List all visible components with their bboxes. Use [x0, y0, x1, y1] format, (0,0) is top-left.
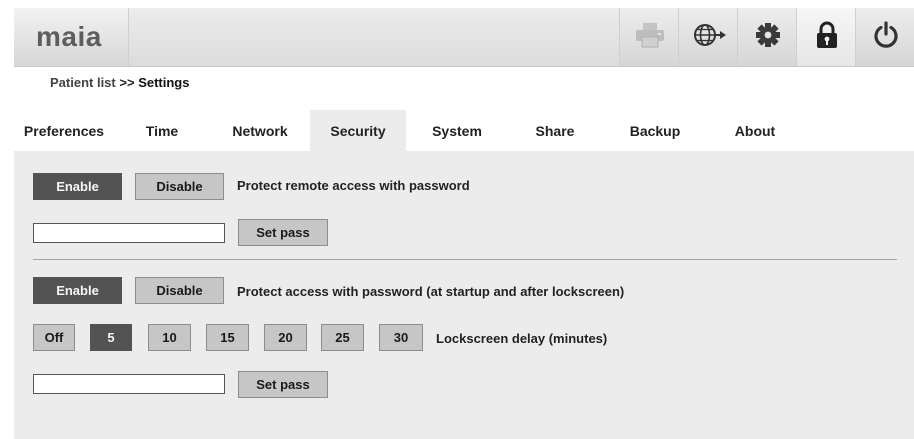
- tab-security[interactable]: Security: [310, 110, 406, 151]
- power-icon: [872, 20, 900, 54]
- network-globe-icon: [691, 21, 727, 54]
- lock-button[interactable]: [796, 8, 856, 66]
- tab-time[interactable]: Time: [114, 110, 210, 151]
- local-password-description: Protect access with password (at startup…: [237, 284, 625, 299]
- delay-option-10[interactable]: 10: [148, 324, 191, 351]
- delay-option-30[interactable]: 30: [379, 324, 423, 351]
- breadcrumb-separator: >>: [119, 75, 135, 90]
- delay-option-15[interactable]: 15: [206, 324, 249, 351]
- remote-enable-button[interactable]: Enable: [33, 173, 122, 200]
- printer-icon: [635, 22, 665, 53]
- settings-gear-icon: [755, 22, 781, 53]
- tab-share[interactable]: Share: [508, 110, 602, 151]
- remote-password-field[interactable]: [33, 223, 225, 243]
- tab-backup[interactable]: Backup: [602, 110, 708, 151]
- delay-option-20[interactable]: 20: [264, 324, 307, 351]
- logo-area: maia: [14, 8, 129, 66]
- delay-option-5[interactable]: 5: [90, 324, 132, 351]
- delay-option-25[interactable]: 25: [321, 324, 364, 351]
- section-divider: [33, 259, 897, 260]
- tab-preferences[interactable]: Preferences: [14, 110, 114, 151]
- local-enable-button[interactable]: Enable: [33, 277, 122, 304]
- tab-about[interactable]: About: [708, 110, 802, 151]
- lockscreen-delay-label: Lockscreen delay (minutes): [436, 331, 608, 346]
- breadcrumb-patient-list-link[interactable]: Patient list: [50, 75, 116, 90]
- tab-system[interactable]: System: [406, 110, 508, 151]
- tab-network[interactable]: Network: [210, 110, 310, 151]
- local-disable-button[interactable]: Disable: [135, 277, 224, 304]
- print-button[interactable]: [619, 8, 679, 66]
- delay-option-off[interactable]: Off: [33, 324, 75, 351]
- power-button[interactable]: [855, 8, 914, 66]
- breadcrumb-current: Settings: [138, 75, 190, 90]
- top-bar: maia: [14, 8, 914, 67]
- breadcrumb: Patient list >> Settings: [50, 75, 189, 90]
- lock-icon: [815, 21, 839, 54]
- remote-set-pass-button[interactable]: Set pass: [238, 219, 328, 246]
- local-set-pass-button[interactable]: Set pass: [238, 371, 328, 398]
- local-password-field[interactable]: [33, 374, 225, 394]
- remote-password-description: Protect remote access with password: [237, 178, 470, 193]
- network-button[interactable]: [678, 8, 738, 66]
- app-logo: maia: [36, 21, 102, 52]
- remote-disable-button[interactable]: Disable: [135, 173, 224, 200]
- settings-button[interactable]: [737, 8, 797, 66]
